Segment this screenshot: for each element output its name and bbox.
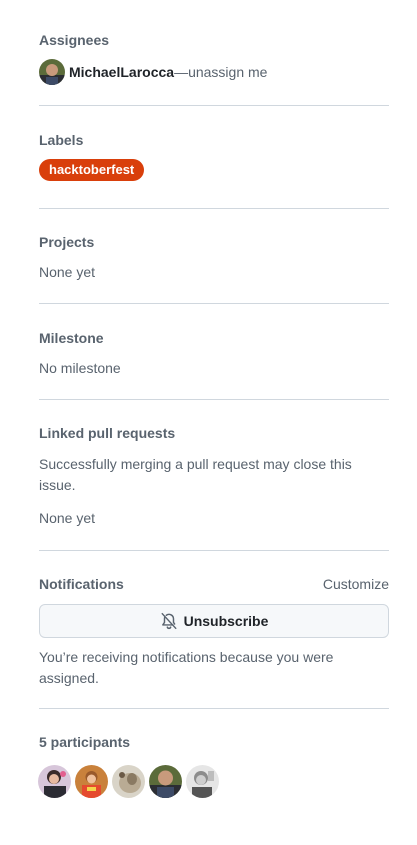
projects-value: None yet [39, 264, 96, 280]
linked-pull-requests-section: Linked pull requests Successfully mergin… [39, 400, 389, 551]
projects-heading[interactable]: Projects [39, 232, 389, 252]
milestone-section: Milestone No milestone [39, 304, 389, 400]
assignees-heading[interactable]: Assignees [39, 30, 389, 50]
unsubscribe-button-label: Unsubscribe [183, 613, 269, 629]
assignees-heading-label: Assignees [39, 32, 110, 48]
projects-heading-label: Projects [39, 234, 95, 250]
labels-heading[interactable]: Labels [39, 130, 389, 150]
participants-heading-label: 5 participants [39, 734, 131, 750]
milestone-value: No milestone [39, 360, 121, 376]
labels-list: hacktoberfest [39, 159, 389, 181]
labels-heading-label: Labels [39, 132, 84, 148]
linked-pull-requests-value: None yet [39, 510, 96, 526]
participants-section: 5 participants [38, 709, 389, 798]
issue-sidebar: Assignees MichaelLarocca — unassign me L… [38, 0, 389, 798]
notifications-section: Notifications Customize Unsubscribe You’… [39, 551, 389, 709]
linked-pull-requests-description: Successfully merging a pull request may … [39, 456, 352, 493]
assignee-separator: — [174, 64, 189, 80]
notifications-heading-label: Notifications [39, 576, 124, 592]
participants-list [38, 765, 389, 798]
linked-pull-requests-heading[interactable]: Linked pull requests [39, 423, 389, 443]
notifications-heading: Notifications Customize [39, 574, 389, 594]
participants-heading: 5 participants [39, 732, 389, 752]
participant-avatar[interactable] [38, 765, 71, 798]
participant-avatar[interactable] [186, 765, 219, 798]
milestone-heading-label: Milestone [39, 330, 104, 346]
assignee-row: MichaelLarocca — unassign me [39, 59, 389, 85]
assignee-name-link[interactable]: MichaelLarocca [69, 64, 174, 80]
unsubscribe-button[interactable]: Unsubscribe [39, 604, 389, 638]
customize-link[interactable]: Customize [323, 574, 389, 594]
labels-section: Labels hacktoberfest [39, 106, 389, 209]
linked-pull-requests-heading-label: Linked pull requests [39, 425, 176, 441]
avatar[interactable] [39, 59, 65, 85]
milestone-heading[interactable]: Milestone [39, 328, 389, 348]
unassign-me-link[interactable]: unassign me [188, 64, 267, 80]
projects-section: Projects None yet [39, 209, 389, 304]
notifications-reason: You’re receiving notifications because y… [39, 649, 334, 686]
bell-slash-icon [160, 612, 184, 630]
participant-avatar[interactable] [75, 765, 108, 798]
label-hacktoberfest[interactable]: hacktoberfest [39, 159, 145, 181]
assignees-section: Assignees MichaelLarocca — unassign me [39, 0, 389, 106]
participant-avatar[interactable] [112, 765, 145, 798]
participant-avatar[interactable] [149, 765, 182, 798]
